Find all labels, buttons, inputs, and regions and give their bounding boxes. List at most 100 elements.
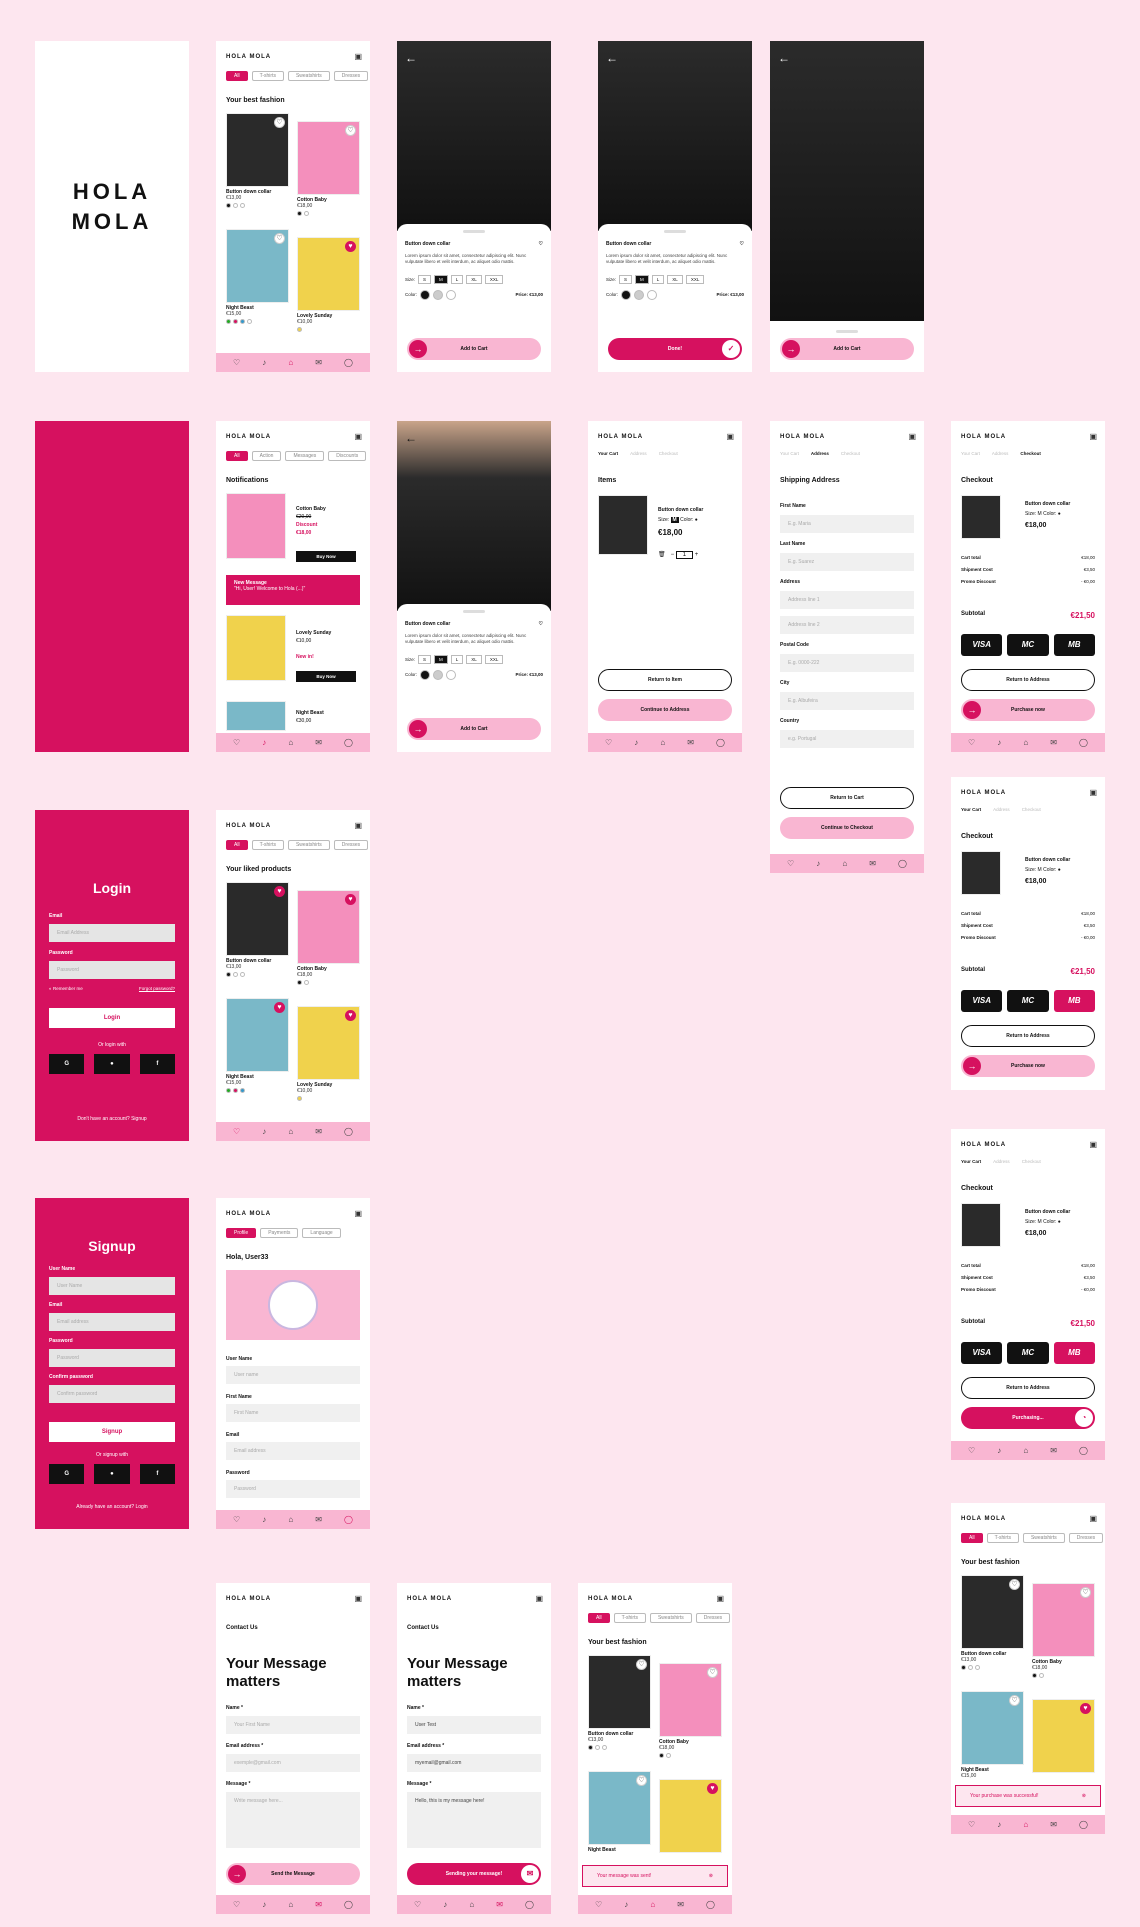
confirm-password-field[interactable]: Confirm password xyxy=(49,1385,175,1403)
home-icon[interactable]: ⌂ xyxy=(650,1900,655,1909)
password-field[interactable]: Password xyxy=(49,1349,175,1367)
return-to-cart-button[interactable]: Return to Cart xyxy=(780,787,914,809)
heart-icon[interactable]: ♡ xyxy=(539,621,543,627)
continue-to-address-button[interactable]: Continue to Address xyxy=(598,699,732,721)
bell-icon[interactable]: ♪ xyxy=(262,738,266,747)
buy-now-button[interactable]: Buy Now xyxy=(296,551,356,562)
cart-icon[interactable]: ▣ xyxy=(716,1594,724,1603)
home-icon[interactable]: ⌂ xyxy=(842,859,847,868)
cart-icon[interactable]: ▣ xyxy=(908,432,916,441)
purchasing-button[interactable]: Purchasing... ◔ xyxy=(961,1407,1095,1429)
cart-icon[interactable]: ▣ xyxy=(1089,788,1097,797)
tab-all[interactable]: All xyxy=(226,71,248,81)
facebook-button[interactable]: f xyxy=(139,1464,175,1484)
back-arrow-icon[interactable]: ← xyxy=(405,51,417,65)
google-button[interactable]: G xyxy=(49,1054,85,1074)
heart-icon[interactable]: ♡ xyxy=(968,1446,975,1455)
heart-icon[interactable]: ♡ xyxy=(274,117,285,128)
cart-icon[interactable]: ▣ xyxy=(535,1594,543,1603)
return-to-address-button[interactable]: Return to Address xyxy=(961,669,1095,691)
sending-button[interactable]: Sending your message! ✉ xyxy=(407,1863,541,1885)
home-icon[interactable]: ⌂ xyxy=(1023,1820,1028,1829)
user-icon[interactable]: ◯ xyxy=(716,738,725,747)
close-icon[interactable]: ⊗ xyxy=(1082,1793,1086,1799)
bell-icon[interactable]: ♪ xyxy=(816,859,820,868)
quantity-stepper[interactable]: 🗑 − 1 + xyxy=(658,551,698,559)
mail-icon[interactable]: ✉ xyxy=(687,738,694,747)
user-icon[interactable]: ◯ xyxy=(344,1900,353,1909)
user-icon[interactable]: ◯ xyxy=(706,1900,715,1909)
return-to-address-button[interactable]: Return to Address xyxy=(961,1025,1095,1047)
heart-icon[interactable]: ♡ xyxy=(233,1900,240,1909)
bell-icon[interactable]: ♪ xyxy=(262,1900,266,1909)
cart-icon[interactable]: ▣ xyxy=(354,821,362,830)
mail-icon[interactable]: ✉ xyxy=(1050,1446,1057,1455)
bell-icon[interactable]: ♪ xyxy=(624,1900,628,1909)
tab-sweatshirts[interactable]: Sweatshirts xyxy=(287,71,330,81)
heart-icon[interactable]: ♡ xyxy=(539,241,543,247)
mail-icon[interactable]: ✉ xyxy=(677,1900,684,1909)
home-icon[interactable]: ⌂ xyxy=(288,1900,293,1909)
bell-icon[interactable]: ♪ xyxy=(262,1127,266,1136)
user-icon[interactable]: ◯ xyxy=(344,1515,353,1524)
heart-icon[interactable]: ♡ xyxy=(968,1820,975,1829)
mail-icon[interactable]: ✉ xyxy=(1050,1820,1057,1829)
message-notification[interactable]: New Message "Hi, User! Welcome to Hola (.… xyxy=(226,575,360,605)
google-button[interactable]: G xyxy=(49,1464,85,1484)
home-icon[interactable]: ⌂ xyxy=(660,738,665,747)
bell-icon[interactable]: ♪ xyxy=(262,1515,266,1524)
login-button[interactable]: Login xyxy=(49,1008,175,1028)
heart-icon[interactable]: ♡ xyxy=(274,233,285,244)
bell-icon[interactable]: ♪ xyxy=(997,738,1001,747)
mail-icon[interactable]: ✉ xyxy=(315,1515,322,1524)
home-icon[interactable]: ⌂ xyxy=(1023,738,1028,747)
cart-icon[interactable]: ▣ xyxy=(1089,1514,1097,1523)
user-icon[interactable]: ◯ xyxy=(344,358,353,367)
username-field[interactable]: User Name xyxy=(49,1277,175,1295)
cart-icon[interactable]: ▣ xyxy=(354,1209,362,1218)
avatar[interactable] xyxy=(226,1270,360,1340)
bell-icon[interactable]: ♪ xyxy=(997,1820,1001,1829)
user-icon[interactable]: ◯ xyxy=(898,859,907,868)
heart-icon[interactable]: ♡ xyxy=(414,1900,421,1909)
back-arrow-icon[interactable]: ← xyxy=(405,431,417,445)
purchase-now-button[interactable]: → Purchase now xyxy=(961,1055,1095,1077)
buy-now-button[interactable]: Buy Now xyxy=(296,671,356,682)
bell-icon[interactable]: ♪ xyxy=(262,358,266,367)
home-icon[interactable]: ⌂ xyxy=(288,1127,293,1136)
address-line2-field[interactable]: Address line 2 xyxy=(780,616,914,634)
apple-button[interactable]: ● xyxy=(94,1054,130,1074)
mail-icon[interactable]: ✉ xyxy=(315,358,322,367)
home-icon[interactable]: ⌂ xyxy=(288,358,293,367)
heart-icon[interactable]: ♡ xyxy=(787,859,794,868)
heart-icon[interactable]: ♡ xyxy=(233,738,240,747)
mail-icon[interactable]: ✉ xyxy=(315,1127,322,1136)
continue-to-checkout-button[interactable]: Continue to Checkout xyxy=(780,817,914,839)
cart-icon[interactable]: ▣ xyxy=(354,1594,362,1603)
tab-tshirts[interactable]: T-shirts xyxy=(251,71,284,81)
bell-icon[interactable]: ♪ xyxy=(443,1900,447,1909)
user-icon[interactable]: ◯ xyxy=(1079,1446,1088,1455)
product-card[interactable]: ♡ Night Beast €15,00 xyxy=(226,229,289,324)
mail-icon[interactable]: ✉ xyxy=(496,1900,503,1909)
heart-icon[interactable]: ♡ xyxy=(968,738,975,747)
facebook-button[interactable]: f xyxy=(139,1054,175,1074)
add-to-cart-button[interactable]: → Add to Cart xyxy=(407,718,541,740)
cart-icon[interactable]: ▣ xyxy=(354,432,362,441)
first-name-field[interactable]: E.g. Maria xyxy=(780,515,914,533)
bell-icon[interactable]: ♪ xyxy=(634,738,638,747)
signup-button[interactable]: Signup xyxy=(49,1422,175,1442)
return-to-item-button[interactable]: Return to Item xyxy=(598,669,732,691)
add-to-cart-button[interactable]: → Add to Cart xyxy=(780,338,914,360)
country-field[interactable]: e.g. Portugal xyxy=(780,730,914,748)
heart-icon[interactable]: ♡ xyxy=(605,738,612,747)
postal-code-field[interactable]: E.g. 0000-222 xyxy=(780,654,914,672)
email-field[interactable]: Email Address xyxy=(49,924,175,942)
cart-icon[interactable]: ▣ xyxy=(354,52,362,61)
cart-icon[interactable]: ▣ xyxy=(1089,432,1097,441)
user-icon[interactable]: ◯ xyxy=(344,738,353,747)
send-message-button[interactable]: → Send the Message xyxy=(226,1863,360,1885)
done-button[interactable]: Done! ✓ xyxy=(608,338,742,360)
email-field[interactable]: Email address xyxy=(49,1313,175,1331)
mail-icon[interactable]: ✉ xyxy=(1050,738,1057,747)
